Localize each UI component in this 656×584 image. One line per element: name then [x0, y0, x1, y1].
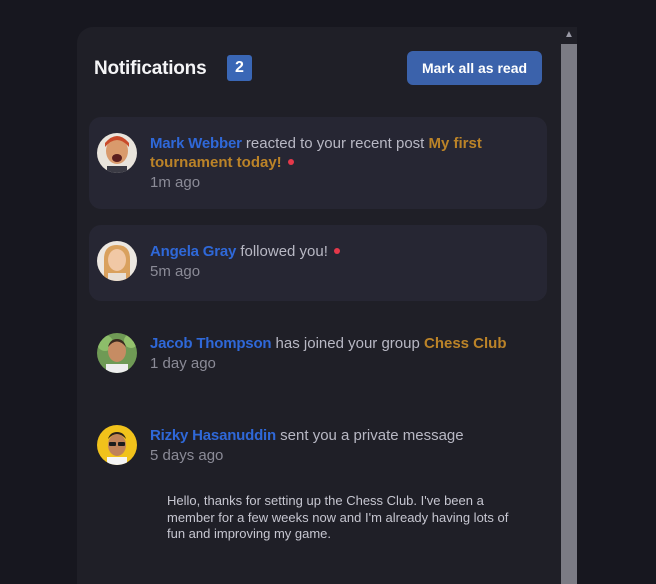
notification-action: sent you a private message [280, 427, 464, 444]
header: Notifications 2 Mark all as read [94, 51, 542, 87]
avatar-image [97, 425, 137, 465]
avatar[interactable] [97, 425, 137, 465]
notification-item[interactable]: Jacob Thompson has joined your group Che… [89, 317, 547, 393]
scrollbar[interactable]: ▲ [561, 27, 577, 584]
notification-item[interactable]: Mark Webber reacted to your recent post … [89, 117, 547, 209]
unread-indicator [287, 159, 294, 166]
unread-count-badge: 2 [227, 55, 252, 81]
notification-action: has joined your group [275, 335, 420, 352]
unread-indicator [333, 248, 340, 255]
notification-time: 5 days ago [150, 447, 224, 464]
notification-action: followed you! [240, 243, 328, 260]
avatar-image [97, 241, 137, 281]
notification-action: reacted to your recent post [245, 135, 425, 152]
notification-user-name[interactable]: Mark Webber [150, 135, 242, 152]
notification-item[interactable]: Rizky Hasanuddin sent you a private mess… [89, 409, 547, 569]
avatar[interactable] [97, 241, 137, 281]
scrollbar-thumb[interactable] [561, 44, 577, 584]
notification-time: 1m ago [150, 174, 201, 191]
notification-time: 5m ago [150, 263, 201, 280]
notification-user-name[interactable]: Rizky Hasanuddin [150, 427, 276, 444]
avatar[interactable] [97, 133, 137, 173]
notification-time: 1 day ago [150, 355, 216, 372]
notification-user-name[interactable]: Angela Gray [150, 243, 236, 260]
notification-item[interactable]: Angela Gray followed you! 5m ago [89, 225, 547, 301]
notification-user-name[interactable]: Jacob Thompson [150, 335, 272, 352]
private-message-preview[interactable]: Hello, thanks for setting up the Chess C… [167, 493, 519, 543]
chevron-up-icon[interactable]: ▲ [561, 27, 577, 43]
mark-all-read-button[interactable]: Mark all as read [407, 51, 542, 85]
notifications-panel: Notifications 2 Mark all as read Mark We… [77, 27, 577, 584]
page-title: Notifications [94, 58, 207, 79]
avatar-image [97, 133, 137, 173]
notification-target-group[interactable]: Chess Club [424, 335, 507, 352]
avatar[interactable] [97, 333, 137, 373]
avatar-image [97, 333, 137, 373]
